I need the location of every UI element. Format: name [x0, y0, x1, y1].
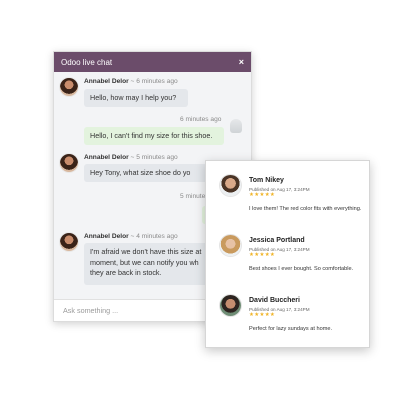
- review-item: David Buccheri Published on Aug 17, 3:24…: [220, 295, 363, 345]
- message-time: 6 minutes ago: [180, 116, 222, 123]
- message-meta: Annabel Delor ~ 4 minutes ago: [84, 233, 178, 240]
- agent-avatar: [60, 78, 78, 96]
- reviewer-avatar: [220, 295, 241, 316]
- message-bubble: Hello, how may I help you?: [84, 89, 188, 107]
- message-time: ~ 4 minutes ago: [130, 233, 178, 240]
- reviews-card: Tom Nikey Published on Aug 17, 3:24PM ★★…: [205, 160, 370, 348]
- message-time: ~ 6 minutes ago: [130, 78, 178, 85]
- star-rating: ★★★★★: [249, 192, 276, 198]
- visitor-avatar: [230, 119, 242, 133]
- reviewer-avatar: [220, 175, 241, 196]
- review-item: Tom Nikey Published on Aug 17, 3:24PM ★★…: [220, 175, 363, 225]
- review-text: I love them! The red color fits with eve…: [249, 206, 362, 212]
- message-bubble-outgoing: Hello, I can't find my size for this sho…: [84, 127, 224, 145]
- reviewer-avatar: [220, 235, 241, 256]
- agent-avatar: [60, 233, 78, 251]
- sender-name: Annabel Delor: [84, 78, 129, 85]
- chat-header: Odoo live chat ×: [54, 52, 251, 72]
- sender-name: Annabel Delor: [84, 154, 129, 161]
- review-text: Best shoes I ever bought. So comfortable…: [249, 266, 354, 272]
- reviewer-name: Tom Nikey: [249, 177, 284, 184]
- message-time: 5 minute: [180, 193, 206, 200]
- message-time: ~ 5 minutes ago: [130, 154, 178, 161]
- message-meta: Annabel Delor ~ 5 minutes ago: [84, 154, 178, 161]
- close-icon[interactable]: ×: [239, 57, 244, 67]
- chat-title: Odoo live chat: [61, 57, 113, 67]
- agent-avatar: [60, 154, 78, 172]
- reviewer-name: Jessica Portland: [249, 237, 305, 244]
- review-item: Jessica Portland Published on Aug 17, 3:…: [220, 235, 363, 285]
- reviewer-name: David Buccheri: [249, 297, 300, 304]
- star-rating: ★★★★★: [249, 312, 276, 318]
- message-meta: Annabel Delor ~ 6 minutes ago: [84, 78, 178, 85]
- sender-name: Annabel Delor: [84, 233, 129, 240]
- review-text: Perfect for lazy sundays at home.: [249, 326, 333, 332]
- star-rating: ★★★★★: [249, 252, 276, 258]
